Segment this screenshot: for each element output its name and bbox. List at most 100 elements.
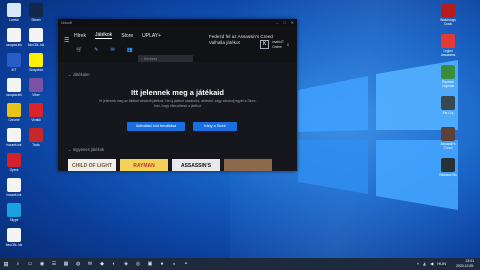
desktop-shortcut-image (29, 28, 43, 42)
desktop-game-icon[interactable]: Rainbow Six (436, 158, 460, 177)
redeem-code-button[interactable]: Aktiválási kód beváltása (127, 122, 185, 131)
game-tile[interactable]: ASSASSIN'S (172, 159, 220, 171)
avatar[interactable]: K (260, 40, 270, 49)
system-tray: ˄ ◭ ◀ HUN (417, 261, 446, 266)
taskbar-app-icon[interactable]: ◍ (72, 261, 84, 267)
taskbar-app-icon[interactable]: ✉ (84, 261, 96, 267)
minimize-button[interactable]: – (276, 20, 278, 25)
taskbar-app-icon[interactable]: ◒ (168, 261, 180, 267)
chat-icon[interactable]: ✉ (110, 47, 114, 53)
desktop-shortcut-icon[interactable]: Opera (2, 153, 26, 172)
desktop-shortcut-label: hoszek.lnk (6, 193, 22, 197)
go-to-store-button[interactable]: Irány a Store (193, 122, 237, 131)
desktop-shortcut-label: Steam (31, 18, 41, 22)
desktop-game-label: Far Cry (442, 111, 454, 115)
taskbar-app-icon[interactable]: ● (156, 261, 168, 267)
desktop-shortcut-icon[interactable]: fotoCBL.lnk (2, 228, 26, 247)
username: csabi4T (272, 40, 284, 44)
search-input[interactable]: ⌕ Keresés (138, 55, 193, 62)
desktop-shortcut-label: fotoCBL.lnk (5, 243, 23, 247)
taskbar-app-icon[interactable]: ◓ (180, 261, 192, 267)
desktop-game-icon[interactable]: Legion Assassins (436, 34, 460, 57)
desktop-game-image (441, 65, 455, 79)
game-tile[interactable] (224, 159, 272, 171)
desktop-game-icon[interactable]: Rayman Legends (436, 65, 460, 88)
game-tile[interactable]: CHILD OF LIGHT (68, 159, 116, 171)
desktop-shortcut-image (29, 103, 43, 117)
nav-news[interactable]: Hírek (74, 33, 86, 39)
desktop-shortcut-image (7, 78, 21, 92)
windows-start-icon[interactable]: ⊞ (0, 261, 12, 268)
user-panel[interactable]: K csabi4T Online 0 (260, 40, 289, 49)
taskbar-app-icon[interactable]: ◈ (120, 261, 132, 267)
ubisoft-connect-window: Ubisoft – □ ✕ ☰ Hírek Játékok Store UPLA… (58, 19, 297, 171)
desktop-shortcut-icon[interactable]: fotoCBL.lnk (24, 28, 48, 47)
close-button[interactable]: ✕ (291, 20, 294, 25)
desktop-shortcut-icon[interactable]: hoszek.lnk (2, 178, 26, 197)
chevron-down-icon: ⌄ (68, 72, 72, 77)
section-my-games[interactable]: ⌄ Játékaim (68, 72, 89, 77)
desktop-shortcut-icon[interactable]: Chrome (2, 103, 26, 122)
desktop-shortcut-icon[interactable]: szoqaw.lnk (2, 28, 26, 47)
taskbar-app-icon[interactable]: ◆ (96, 261, 108, 267)
desktop-shortcut-icon[interactable]: Lomtár (2, 3, 26, 22)
desktop-shortcut-label: Viber (32, 93, 40, 97)
nav-store[interactable]: Store (121, 33, 133, 39)
friends-icon[interactable]: 👥 (127, 47, 133, 53)
taskbar-app-icon[interactable]: ▭ (24, 261, 36, 267)
desktop-game-image (441, 158, 455, 172)
maximize-button[interactable]: □ (283, 20, 285, 25)
pen-icon[interactable]: ✎ (94, 47, 98, 53)
desktop-shortcut-label: Vivaldi (31, 118, 41, 122)
clock[interactable]: 13:01 2020.12.05. (456, 259, 474, 268)
desktop-shortcut-image (7, 103, 21, 117)
taskbar-app-icon[interactable]: ☰ (48, 261, 60, 267)
taskbar-app-icon[interactable]: ◎ (132, 261, 144, 267)
nav-games[interactable]: Játékok (94, 32, 113, 39)
game-tile[interactable]: RAYMAN (120, 159, 168, 171)
desktop-shortcut-icon[interactable]: Vivaldi (24, 103, 48, 122)
section-free-games[interactable]: ⌄ Ingyenes játékok (68, 147, 104, 152)
desktop-shortcut-label: Opera (9, 168, 19, 172)
user-status: Online (272, 44, 282, 49)
window-titlebar[interactable]: Ubisoft – □ ✕ (58, 19, 297, 26)
desktop-shortcut-icon[interactable]: Skype (2, 203, 26, 222)
desktop-game-icon[interactable]: Far Cry (436, 96, 460, 115)
desktop-shortcut-label: fotoCBL.lnk (27, 43, 45, 47)
language-indicator[interactable]: HUN (437, 261, 446, 266)
desktop-game-image (441, 3, 455, 17)
cart-icon[interactable]: 🛒 (76, 47, 82, 53)
desktop-shortcut-icon[interactable]: Snapchat (24, 53, 48, 72)
desktop-shortcut-icon[interactable]: Tools (24, 128, 48, 147)
network-icon[interactable]: ◭ (423, 261, 426, 266)
desktop-shortcut-icon[interactable]: hoszek.lnk (2, 128, 26, 147)
desktop-game-icon[interactable]: Assassin's Creed (436, 127, 460, 150)
desktop-shortcut-icon[interactable]: IKT (2, 53, 26, 72)
clock-date: 2020.12.05. (456, 263, 474, 268)
desktop-shortcut-icon[interactable]: Steam (24, 3, 48, 22)
desktop-game-label: Assassin's Creed (440, 142, 456, 150)
taskbar-app-icon[interactable]: ▦ (60, 261, 72, 267)
taskbar-app-icon[interactable]: ▣ (144, 261, 156, 267)
chevron-up-icon[interactable]: ˄ (417, 261, 419, 266)
desktop-shortcut-image (7, 3, 21, 17)
desktop-shortcut-label: Lomtár (9, 18, 19, 22)
desktop-shortcut-icon[interactable]: szoqaw.lnk (2, 78, 26, 97)
taskbar-app-icon[interactable]: ◉ (36, 261, 48, 267)
desktop-shortcut-label: Snapchat (29, 68, 43, 72)
volume-icon[interactable]: ◀ (430, 261, 433, 266)
desktop-shortcut-label: hoszek.lnk (6, 143, 22, 147)
desktop-shortcut-label: Tools (32, 143, 40, 147)
menu-icon[interactable]: ☰ (64, 37, 69, 44)
taskbar-app-icon[interactable]: ◐ (108, 261, 120, 267)
search-icon[interactable]: ⌕ (12, 261, 24, 267)
nav-uplay-plus[interactable]: UPLAY+ (142, 33, 161, 39)
empty-state-title: Itt jelennek meg a játékaid (131, 88, 224, 97)
desktop-shortcut-icon[interactable]: Viber (24, 78, 48, 97)
desktop-shortcut-image (29, 3, 43, 17)
desktop-shortcut-image (7, 228, 21, 242)
search-icon: ⌕ (141, 56, 144, 61)
desktop-game-icon[interactable]: Watchdogs Crack (436, 3, 460, 26)
desktop-shortcut-label: Chrome (8, 118, 20, 122)
taskbar-apps: ▭ ◉ ☰ ▦ ◍ ✉ ◆ ◐ ◈ ◎ ▣ ● ◒ ◓ (24, 261, 192, 267)
